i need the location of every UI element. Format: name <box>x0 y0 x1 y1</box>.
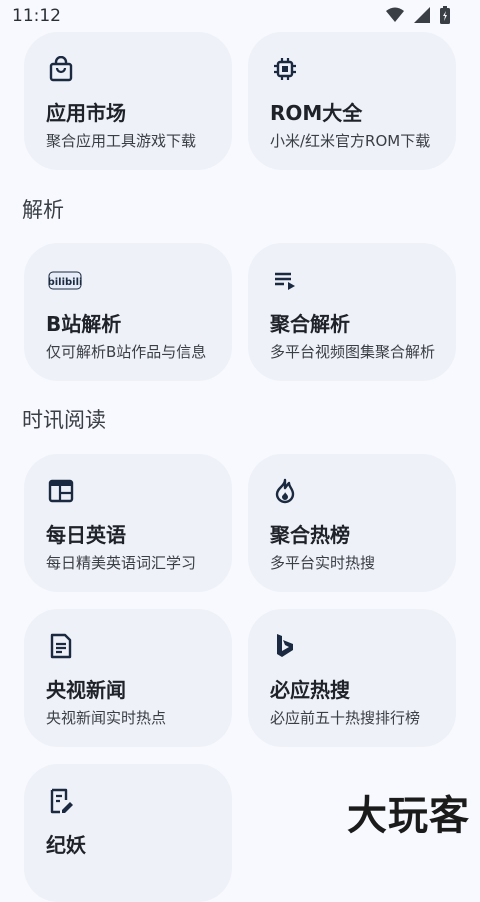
card-english[interactable]: 每日英语 每日精美英语词汇学习 <box>24 454 232 592</box>
bing-icon <box>277 634 293 657</box>
wifi-icon <box>386 7 404 22</box>
chip-icon <box>274 58 296 80</box>
card-subtitle: 仅可解析B站作品与信息 <box>46 343 207 361</box>
status-bar: 11:12 <box>0 0 480 32</box>
card-subtitle: 小米/红米官方ROM下载 <box>270 132 431 150</box>
card-cctv[interactable]: 央视新闻 央视新闻实时热点 <box>24 609 232 747</box>
card-title: 聚合热榜 <box>270 523 350 547</box>
card-bing[interactable]: 必应热搜 必应前五十热搜排行榜 <box>248 609 456 747</box>
flame-icon <box>275 478 295 504</box>
calendar-table-icon <box>48 479 74 503</box>
svg-text:bilibili: bilibili <box>48 277 82 288</box>
card-rom[interactable]: ROM大全 小米/红米官方ROM下载 <box>248 32 456 170</box>
card-subtitle: 必应前五十热搜排行榜 <box>270 709 421 727</box>
card-agg-parse[interactable]: 聚合解析 多平台视频图集聚合解析 <box>248 243 456 381</box>
battery-icon <box>440 6 450 24</box>
card-app-market[interactable]: 应用市场 聚合应用工具游戏下载 <box>24 32 232 170</box>
card-bili[interactable]: bilibili B站解析 仅可解析B站作品与信息 <box>24 243 232 381</box>
card-jiyao[interactable]: 纪妖 <box>24 764 232 902</box>
edit-note-icon <box>50 788 73 814</box>
card-subtitle: 每日精美英语词汇学习 <box>46 554 197 572</box>
card-title: 聚合解析 <box>270 312 350 336</box>
watermark-logo: 大玩客 <box>347 793 470 839</box>
shopping-bag-icon <box>49 56 73 82</box>
playlist-icon <box>275 272 295 290</box>
card-subtitle: 聚合应用工具游戏下载 <box>46 132 197 150</box>
section-title-parse: 解析 <box>22 198 64 222</box>
card-title: ROM大全 <box>270 101 363 125</box>
card-subtitle: 多平台实时热搜 <box>270 554 376 572</box>
card-title: B站解析 <box>46 312 122 336</box>
signal-icon <box>414 7 430 23</box>
section-title-news: 时讯阅读 <box>22 408 106 432</box>
card-title: 纪妖 <box>46 833 86 857</box>
document-icon <box>50 633 72 659</box>
card-subtitle: 多平台视频图集聚合解析 <box>270 343 436 361</box>
card-title: 应用市场 <box>46 101 126 125</box>
card-title: 必应热搜 <box>270 678 350 702</box>
status-time: 11:12 <box>12 6 61 26</box>
card-subtitle: 央视新闻实时热点 <box>46 709 167 727</box>
bilibili-icon: bilibili <box>48 271 82 290</box>
card-hot[interactable]: 聚合热榜 多平台实时热搜 <box>248 454 456 592</box>
card-title: 每日英语 <box>46 523 126 547</box>
card-title: 央视新闻 <box>46 678 126 702</box>
